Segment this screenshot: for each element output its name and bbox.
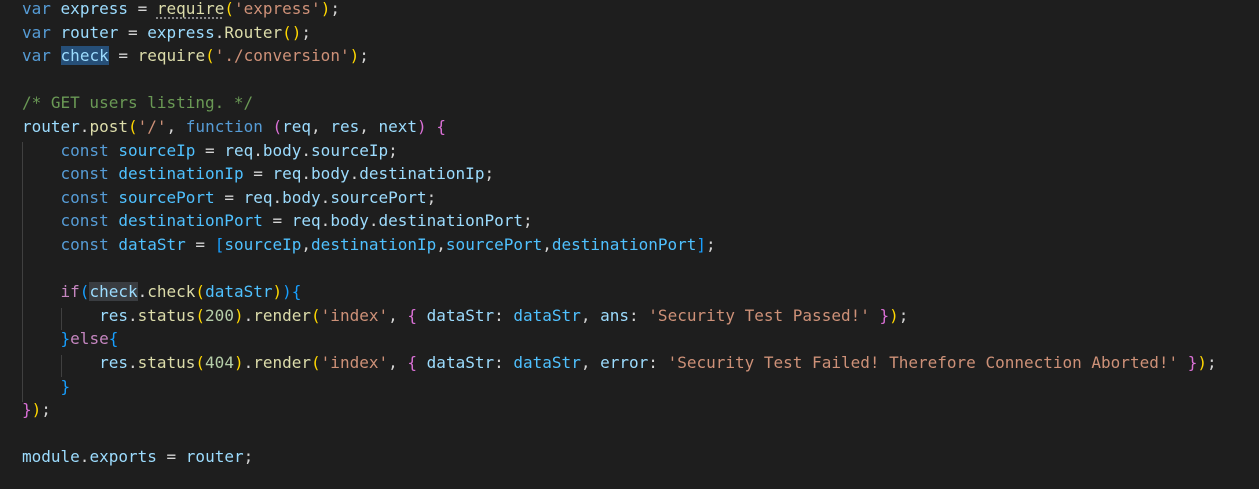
- identifier-token: body: [311, 164, 350, 184]
- keyword-token: else: [70, 329, 109, 349]
- identifier-token: body: [282, 187, 321, 207]
- string-token: 'index': [320, 353, 389, 372]
- identifier-token: sourcePort: [445, 235, 543, 254]
- property-token: error: [600, 353, 649, 372]
- identifier-token: sourcePort: [118, 187, 215, 207]
- code-line-14[interactable]: res.status(200).render('index', { dataSt…: [22, 304, 908, 328]
- keyword-token: function: [185, 117, 263, 136]
- code-line-3[interactable]: var check = require('./conversion');: [22, 44, 369, 68]
- code-line-7[interactable]: const sourceIp = req.body.sourceIp;: [22, 139, 398, 163]
- selected-identifier[interactable]: check: [60, 46, 109, 66]
- identifier-token: dataStr: [118, 235, 186, 254]
- code-line-5[interactable]: /* GET users listing. */: [22, 91, 253, 115]
- function-token: Router: [224, 22, 283, 42]
- param-token: res: [330, 117, 360, 136]
- identifier-token: body: [262, 140, 302, 160]
- keyword-token: if: [60, 282, 80, 302]
- code-line-8[interactable]: const destinationIp = req.body.destinati…: [22, 162, 495, 186]
- code-line-16[interactable]: res.status(404).render('index', { dataSt…: [22, 351, 1217, 375]
- string-token: './conversion': [214, 46, 350, 66]
- keyword-token: var: [22, 22, 51, 42]
- identifier-token: sourcePort: [330, 187, 427, 207]
- function-token[interactable]: require: [157, 0, 224, 18]
- code-editor[interactable]: var express = require('express'); var ro…: [0, 0, 1259, 489]
- identifier-token: req: [224, 140, 254, 160]
- code-line-1[interactable]: var express = require('express');: [22, 0, 340, 21]
- function-token: render: [253, 305, 312, 325]
- identifier-token: router: [60, 22, 119, 42]
- identifier-token: sourceIp: [118, 140, 196, 160]
- string-token: 'Security Test Failed! Therefore Connect…: [667, 353, 1179, 372]
- identifier-token: sourceIp: [224, 235, 302, 254]
- number-token: 200: [205, 305, 234, 325]
- code-line-20[interactable]: module.exports = router;: [22, 445, 253, 469]
- code-line-6[interactable]: router.post('/', function (req, res, nex…: [22, 115, 446, 139]
- function-token: status: [137, 353, 196, 372]
- identifier-token: sourceIp: [311, 140, 389, 160]
- function-token: status: [137, 305, 196, 325]
- identifier-token: destinationIp: [311, 235, 437, 254]
- identifier-token: body: [330, 211, 369, 231]
- comment-token: /* GET users listing. */: [22, 93, 254, 113]
- number-token: 404: [205, 353, 234, 372]
- property-token: dataStr: [426, 353, 495, 372]
- identifier-token: destinationPort: [378, 211, 523, 231]
- property-token: dataStr: [426, 305, 495, 325]
- string-token: '/': [137, 117, 167, 136]
- string-token: 'express': [233, 0, 321, 18]
- property-token: ans: [600, 305, 630, 325]
- keyword-token: var: [22, 46, 51, 66]
- function-token: post: [89, 117, 128, 136]
- identifier-token: destinationPort: [551, 235, 697, 254]
- identifier-token: express: [147, 22, 215, 42]
- code-line-13[interactable]: if(check.check(dataStr)){: [22, 280, 301, 304]
- keyword-token: const: [60, 235, 109, 254]
- identifier-token: req: [272, 164, 302, 184]
- identifier-token: exports: [89, 447, 157, 467]
- identifier-token: router: [22, 117, 80, 136]
- identifier-token: res: [99, 305, 128, 325]
- keyword-token: const: [60, 187, 109, 207]
- identifier-token: destinationPort: [118, 211, 263, 231]
- function-token: require: [137, 46, 206, 66]
- code-line-15[interactable]: }else{: [22, 327, 119, 351]
- code-line-18[interactable]: });: [22, 398, 51, 422]
- identifier-token: module: [22, 447, 80, 467]
- highlighted-identifier[interactable]: check: [89, 282, 138, 302]
- keyword-token: const: [60, 211, 109, 231]
- identifier-token: destinationIp: [359, 164, 485, 184]
- identifier-token: dataStr: [205, 282, 273, 302]
- string-token: 'Security Test Passed!': [648, 305, 870, 325]
- keyword-token: const: [60, 164, 109, 184]
- identifier-token: router: [185, 447, 244, 467]
- identifier-token: req: [243, 187, 273, 207]
- code-line-2[interactable]: var router = express.Router();: [22, 21, 311, 45]
- identifier-token: express: [60, 0, 128, 18]
- identifier-token: dataStr: [513, 353, 581, 372]
- identifier-token: destinationIp: [118, 164, 244, 184]
- param-token: next: [378, 117, 418, 136]
- identifier-token: res: [99, 353, 128, 372]
- keyword-token: var: [22, 0, 51, 18]
- param-token: req: [282, 117, 312, 136]
- identifier-token: dataStr: [513, 305, 581, 325]
- identifier-token: req: [291, 211, 321, 231]
- code-line-10[interactable]: const destinationPort = req.body.destina…: [22, 209, 533, 233]
- code-line-11[interactable]: const dataStr = [sourceIp,destinationIp,…: [22, 233, 716, 257]
- keyword-token: const: [60, 140, 109, 160]
- function-token: check: [147, 282, 196, 302]
- code-line-9[interactable]: const sourcePort = req.body.sourcePort;: [22, 186, 437, 210]
- string-token: 'index': [320, 305, 389, 325]
- function-token: render: [253, 353, 312, 372]
- code-line-17[interactable]: }: [22, 375, 71, 399]
